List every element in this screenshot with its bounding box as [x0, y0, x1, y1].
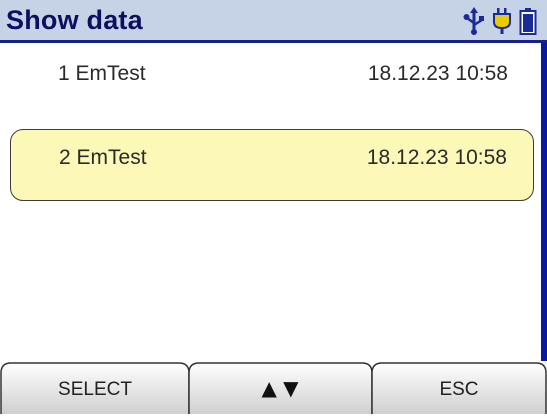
battery-icon — [519, 8, 537, 35]
select-button[interactable]: SELECT — [0, 362, 190, 414]
softkey-bar: SELECT ▲ ▼ ESC — [0, 361, 547, 414]
scrollbar[interactable] — [541, 43, 547, 361]
list-item[interactable]: 1 EmTest 18.12.23 10:58 — [10, 46, 534, 118]
status-icons — [461, 6, 541, 36]
usb-icon — [463, 7, 484, 35]
plug-icon — [493, 8, 511, 34]
title-bar: Show data — [0, 0, 547, 43]
list-item-selected[interactable]: 2 EmTest 18.12.23 10:58 — [10, 129, 534, 201]
list-item-date: 18.12.23 10:58 — [366, 146, 507, 169]
navigate-up-down-button[interactable]: ▲ ▼ — [188, 362, 373, 414]
list-item-label: 2 EmTest — [59, 146, 147, 169]
list-item-label: 1 EmTest — [58, 62, 146, 85]
esc-button[interactable]: ESC — [371, 362, 547, 414]
select-button-label: SELECT — [58, 379, 132, 400]
page-title: Show data — [6, 5, 143, 35]
up-down-arrows-icon: ▲ ▼ — [261, 376, 299, 400]
esc-button-label: ESC — [439, 379, 478, 400]
list-item-date: 18.12.23 10:58 — [367, 62, 508, 85]
